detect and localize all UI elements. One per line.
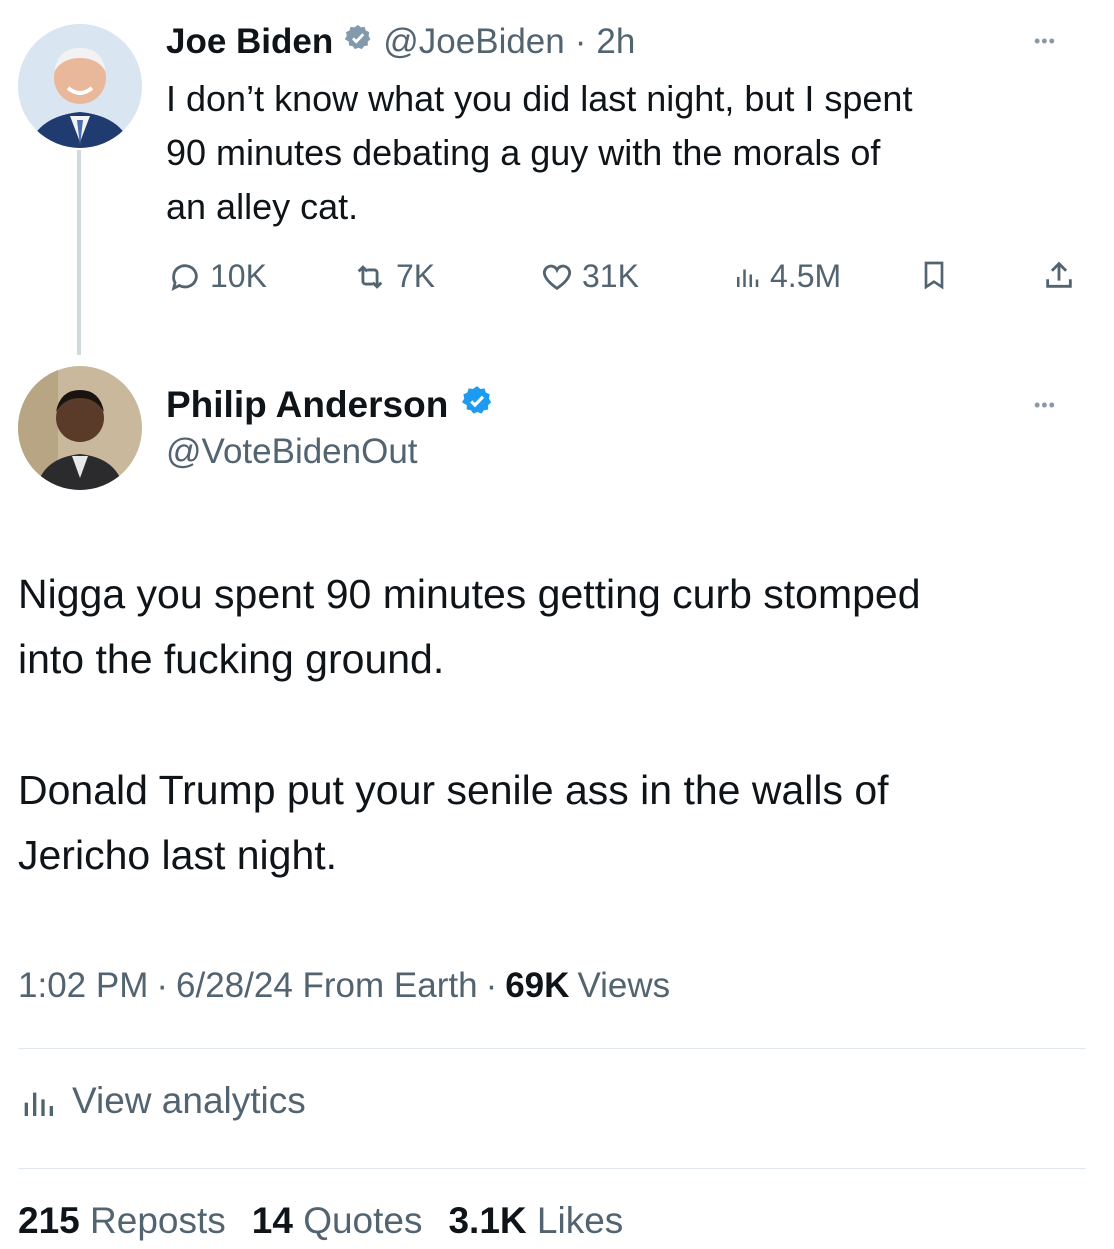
avatar[interactable]	[18, 24, 142, 148]
avatar[interactable]	[18, 366, 142, 490]
reply-icon	[171, 263, 198, 291]
author-name[interactable]: Joe Biden	[166, 22, 333, 62]
reposts-count: 215	[18, 1200, 80, 1241]
tweet-text-line: I don’t know what you did last night, bu…	[166, 78, 913, 119]
tweet-text-line: 90 minutes debating a guy with the moral…	[166, 132, 881, 173]
share-button[interactable]	[1042, 258, 1076, 292]
bookmark-icon	[924, 261, 944, 290]
repost-icon	[357, 264, 383, 289]
tweet-text-line: an alley cat.	[166, 186, 359, 227]
quotes-label: Quotes	[303, 1200, 423, 1241]
like-count: 31K	[582, 258, 639, 294]
thread-connector-line	[77, 150, 81, 355]
quotes-stat[interactable]: 14 Quotes	[252, 1200, 423, 1242]
divider	[18, 1048, 1086, 1049]
likes-label: Likes	[536, 1200, 624, 1241]
repost-count: 7K	[396, 258, 436, 294]
likes-stat[interactable]: 3.1K Likes	[448, 1200, 623, 1242]
reply-text-line: Jericho last night.	[18, 832, 338, 878]
reply-text-line: Nigga you spent 90 minutes getting curb …	[18, 571, 921, 617]
reply-text-paragraph: Nigga you spent 90 minutes getting curb …	[18, 562, 921, 692]
reply-button[interactable]: 10K	[168, 258, 267, 295]
separator-dot: ·	[574, 22, 587, 61]
verified-badge-icon	[343, 22, 373, 62]
reply-header: Philip Anderson	[166, 380, 494, 430]
author-name[interactable]: Philip Anderson	[166, 384, 448, 426]
tweet-header: Joe Biden @JoeBiden · 2h	[166, 18, 635, 66]
author-handle[interactable]: @VoteBidenOut	[166, 432, 418, 472]
view-analytics-link[interactable]: View analytics	[18, 1080, 306, 1122]
reply-text-paragraph: Donald Trump put your senile ass in the …	[18, 758, 889, 888]
separator-dot: ·	[485, 966, 498, 1005]
tweet-text: I don’t know what you did last night, bu…	[166, 72, 912, 234]
reply-count: 10K	[210, 258, 267, 294]
tweet-time[interactable]: 2h	[596, 22, 635, 62]
divider	[18, 1168, 1086, 1169]
verified-badge-icon	[460, 384, 494, 427]
tweet-meta: 1:02 PM · 6/28/24 From Earth · 69K Views	[18, 966, 670, 1006]
tweet-date-source: 6/28/24 From Earth	[176, 966, 478, 1005]
bookmark-button[interactable]	[918, 258, 950, 292]
avatar-photo-icon	[18, 366, 142, 490]
reposts-label: Reposts	[90, 1200, 226, 1241]
reposts-stat[interactable]: 215 Reposts	[18, 1200, 226, 1242]
engagement-stats: 215 Reposts 14 Quotes 3.1K Likes	[18, 1200, 623, 1242]
heart-icon	[542, 264, 572, 290]
repost-button[interactable]: 7K	[352, 258, 435, 295]
reply-text-line: Donald Trump put your senile ass in the …	[18, 767, 889, 813]
view-analytics-label: View analytics	[72, 1080, 306, 1121]
author-handle[interactable]: @JoeBiden	[383, 22, 564, 62]
quotes-count: 14	[251, 1200, 293, 1241]
separator-dot: ·	[156, 966, 169, 1005]
more-options-icon[interactable]: •••	[1034, 396, 1056, 414]
views-button[interactable]: 4.5M	[732, 258, 841, 295]
more-options-icon[interactable]: •••	[1034, 32, 1056, 50]
like-button[interactable]: 31K	[540, 258, 639, 295]
tweet-timestamp[interactable]: 1:02 PM	[18, 966, 148, 1006]
avatar-photo-icon	[18, 24, 142, 148]
views-count: 4.5M	[770, 258, 842, 294]
likes-count: 3.1K	[448, 1200, 527, 1241]
reply-text-line: into the fucking ground.	[18, 636, 445, 682]
views-count: 69K	[505, 966, 570, 1005]
analytics-icon	[737, 269, 759, 287]
views-label: Views	[577, 966, 671, 1005]
share-icon	[1046, 261, 1072, 288]
analytics-icon	[24, 1092, 53, 1116]
